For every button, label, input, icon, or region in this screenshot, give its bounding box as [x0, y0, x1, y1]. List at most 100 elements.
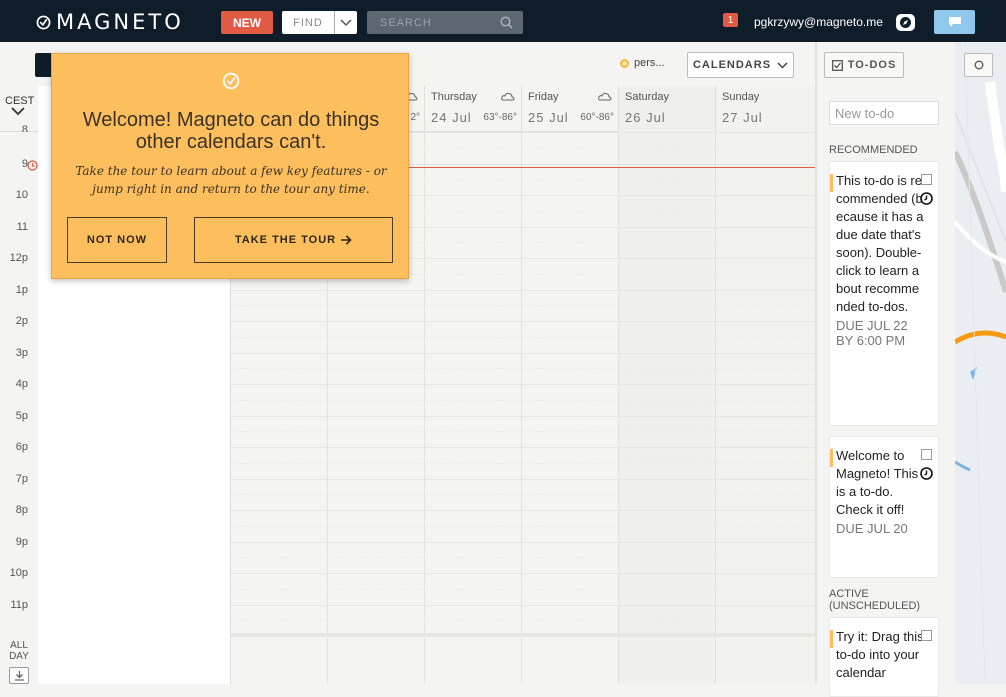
magneto-logo-icon: [36, 15, 51, 30]
todo-content: Welcome to Magneto! This is a to-do. Che…: [836, 447, 924, 536]
search-icon[interactable]: [500, 16, 513, 29]
todo-card[interactable]: This to-do is recommended (because it ha…: [829, 161, 939, 426]
arrow-right-icon: [341, 235, 352, 245]
timezone-label[interactable]: CEST: [5, 95, 34, 107]
weekend-shade-sunday: [715, 86, 815, 684]
current-time-icon: [27, 160, 38, 171]
day-date: 27 Jul: [722, 110, 763, 125]
not-now-button[interactable]: NOT NOW: [67, 217, 167, 263]
cloud-icon: [501, 92, 515, 101]
chat-icon: [948, 17, 961, 27]
search-input[interactable]: [367, 11, 487, 34]
allday-label: ALL DAY: [9, 640, 29, 662]
grid-line: [230, 384, 815, 385]
grid-bottom-bar: [230, 633, 815, 637]
todo-due: DUE JUL 20: [836, 521, 908, 536]
column-divider: [521, 132, 522, 684]
recommended-label: RECOMMENDED: [829, 144, 918, 156]
grid-line: [230, 510, 815, 511]
expand-allday-button[interactable]: [9, 667, 29, 684]
day-weather: 63°-86°: [483, 112, 517, 123]
grid-line: [230, 447, 815, 448]
take-tour-label: TAKE THE TOUR: [234, 234, 337, 246]
todo-content: Try it: Drag this to-do into your calend…: [836, 628, 924, 682]
new-todo-input[interactable]: [829, 101, 939, 125]
new-button[interactable]: NEW: [221, 11, 273, 34]
column-divider: [618, 132, 619, 684]
day-header-saturday[interactable]: Saturday 26 Jul: [618, 86, 715, 132]
grid-line: [230, 620, 815, 622]
column-divider: [715, 132, 716, 684]
notification-badge[interactable]: 1: [723, 13, 738, 27]
hour-label: 4p: [15, 378, 28, 390]
grid-line: [230, 431, 815, 433]
location-icon: [974, 60, 983, 70]
chevron-down-icon[interactable]: [11, 107, 25, 116]
todos-label: TO-DOS: [847, 59, 897, 71]
day-weather: 2°: [410, 112, 420, 123]
grid-line: [230, 352, 815, 354]
hour-label: 1p: [15, 283, 28, 296]
find-label[interactable]: FIND: [282, 11, 335, 34]
hour-label: 6p: [15, 441, 28, 453]
grid-line: [230, 604, 815, 606]
day-header-sunday[interactable]: Sunday 27 Jul: [715, 86, 815, 132]
hour-label: 10p: [9, 567, 28, 579]
popover-title: Welcome! Magneto can do things other cal…: [82, 109, 380, 153]
todo-checkbox[interactable]: [921, 174, 932, 185]
active-unscheduled-label: ACTIVE (UNSCHEDULED): [829, 588, 921, 612]
day-header-thursday[interactable]: Thursday 24 Jul 63°-86°: [424, 86, 521, 132]
todo-color-bar: [830, 449, 833, 467]
magneto-check-icon: [222, 72, 240, 90]
hour-label: 8: [21, 124, 28, 132]
chevron-down-icon: [777, 61, 788, 69]
search-box[interactable]: [367, 11, 523, 34]
persona-filter[interactable]: pers...: [620, 57, 665, 69]
todo-checkbox[interactable]: [921, 449, 932, 460]
chevron-down-icon[interactable]: [335, 11, 357, 34]
hour-label: 8p: [15, 504, 28, 516]
grid-line: [230, 305, 815, 307]
compass-icon[interactable]: [896, 14, 915, 31]
grid-line: [230, 494, 815, 496]
day-name: Saturday: [625, 91, 670, 103]
day-name: Thursday: [431, 91, 477, 103]
todo-text: This to-do is recommended (because it ha…: [836, 173, 924, 314]
day-header-friday[interactable]: Friday 25 Jul 60°-86°: [521, 86, 618, 132]
hour-label: 3p: [15, 346, 28, 359]
todo-card[interactable]: Try it: Drag this to-do into your calend…: [829, 617, 939, 697]
hour-label: 11p: [10, 598, 28, 611]
day-date: 24 Jul: [431, 110, 472, 125]
map-panel[interactable]: [955, 42, 1006, 684]
grid-line: [230, 368, 815, 370]
grid-line: [230, 336, 815, 338]
download-icon: [14, 671, 24, 681]
calendars-label: CALENDARS: [692, 59, 772, 71]
hour-label: 9: [21, 157, 28, 170]
todo-color-bar: [830, 630, 833, 648]
todo-checkbox[interactable]: [921, 630, 932, 641]
take-tour-button[interactable]: TAKE THE TOUR: [194, 217, 393, 263]
grid-line: [230, 478, 815, 480]
grid-line: [230, 557, 815, 559]
clock-icon: [920, 467, 933, 480]
map-graphic: [955, 42, 1006, 684]
user-email[interactable]: pgkrzywy@magneto.me: [754, 15, 883, 29]
grid-line: [230, 525, 815, 527]
hour-label: 9p: [15, 535, 28, 548]
magneto-logo[interactable]: MAGNETO: [36, 12, 184, 33]
chat-button[interactable]: [934, 10, 975, 34]
grid-line: [230, 399, 815, 401]
day-weather: 60°-86°: [580, 112, 614, 123]
find-dropdown[interactable]: FIND: [282, 11, 357, 34]
hour-label: 10: [15, 189, 28, 201]
map-toggle-button[interactable]: [964, 53, 993, 77]
todo-card[interactable]: Welcome to Magneto! This is a to-do. Che…: [829, 436, 939, 578]
persona-label: pers...: [634, 57, 665, 69]
calendars-button[interactable]: CALENDARS: [687, 52, 794, 78]
checkbox-icon: [831, 59, 843, 71]
column-divider: [424, 132, 425, 684]
weekend-shade-saturday: [618, 86, 715, 684]
todos-button[interactable]: TO-DOS: [824, 52, 904, 78]
logo-text: MAGNETO: [56, 10, 184, 34]
